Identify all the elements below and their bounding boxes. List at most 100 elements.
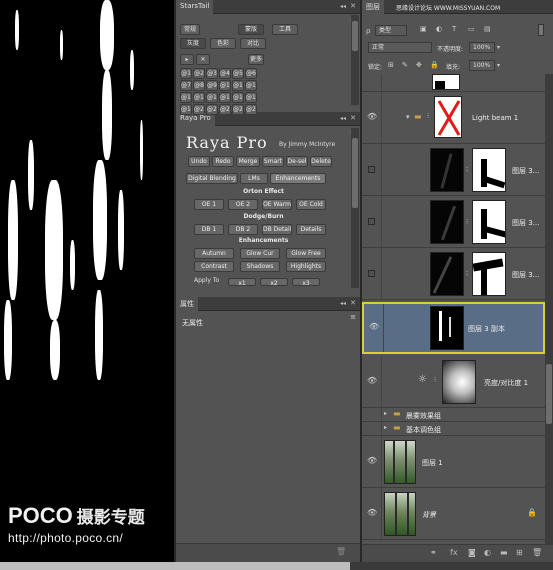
highlights-button[interactable]: Highlights [286,261,326,272]
eye-icon[interactable]: 👁 [367,376,377,385]
panel-menu-icon[interactable]: ≡ [350,313,356,321]
starstail-action-button[interactable]: @20 [193,104,205,115]
starstail-action-button[interactable]: @22 [219,104,231,115]
visibility-box[interactable] [368,166,375,173]
scrollbar[interactable] [351,128,359,288]
starstail-action-button[interactable]: @6 [245,68,257,79]
layer-row[interactable]: 👁 ☼ ⁝ 亮度/对比度 1 [362,356,545,408]
visibility-cell[interactable] [362,422,382,435]
visibility-cell[interactable] [362,248,382,299]
layer-name[interactable]: 图层 3... [512,166,539,176]
visibility-cell[interactable]: 👁 [362,356,382,407]
starstail-action-button[interactable]: @19 [180,104,192,115]
starstail-btn[interactable]: 色彩 [210,38,236,49]
scroll-thumb[interactable] [352,138,358,208]
scroll-thumb[interactable] [546,364,552,424]
layer-row[interactable] [362,74,545,92]
layer-row[interactable]: ⁝ 图层 3... [362,248,545,300]
visibility-cell[interactable] [362,196,382,247]
starstail-action-button[interactable]: @13 [180,92,192,103]
starstail-action-button[interactable]: @11 [232,80,244,91]
layer-name[interactable]: 晨雾效果组 [406,411,441,421]
oe-cold-button[interactable]: OE Cold [296,199,326,210]
eye-icon[interactable]: 👁 [367,112,377,121]
filter-pixel-icon[interactable]: ▣ [420,25,427,33]
play-button[interactable]: ▸ [180,54,194,65]
glow-cur-button[interactable]: Glow Cur [240,248,280,259]
tab-layers[interactable]: 图层 [362,0,384,14]
trash-icon[interactable]: 🗑 [336,547,346,556]
starstail-action-button[interactable]: @7 [180,80,192,91]
starstail-action-button[interactable]: @24 [245,104,257,115]
layer-name[interactable]: 背景 [422,510,436,520]
stop-button[interactable]: ✕ [196,54,210,65]
scrollbar[interactable] [351,15,359,105]
visibility-cell[interactable] [362,408,382,421]
link-icon[interactable]: ⁝ [466,166,468,174]
autumn-button[interactable]: Autumn [194,248,234,259]
layer-row-selected[interactable]: 👁 图层 3 副本 [362,302,545,354]
document-canvas[interactable] [0,0,174,562]
layer-name[interactable]: Light beam 1 [472,114,518,122]
collapse-icon[interactable]: ◂◂ [340,3,346,10]
layer-name[interactable]: 图层 3... [512,218,539,228]
visibility-cell[interactable] [362,144,382,195]
apply-x3-button[interactable]: x3 [292,278,320,286]
blend-mode-select[interactable]: 正常 [368,42,432,53]
eye-icon[interactable]: 👁 [369,322,379,331]
layer-row-background[interactable]: 👁 背景 🔒 [362,488,545,540]
delete-button[interactable]: Delete [310,156,332,167]
collapse-icon[interactable]: ◂◂ [340,115,346,122]
filter-adjust-icon[interactable]: ◐ [436,25,442,33]
lock-position-icon[interactable]: ✥ [416,61,422,69]
starstail-action-button[interactable]: @14 [193,92,205,103]
starstail-action-button[interactable]: @9 [206,80,218,91]
starstail-action-button[interactable]: @16 [219,92,231,103]
tab-digital-blending[interactable]: Digital Blending [186,173,238,184]
link-icon[interactable]: ⁝ [427,112,429,120]
visibility-cell[interactable]: 👁 [362,92,382,143]
new-group-icon[interactable]: ▬ [500,548,508,557]
tab-starstail[interactable]: StarsTail [176,0,214,14]
expand-arrow-icon[interactable]: ▸ [384,410,387,417]
glow-free-button[interactable]: Glow Free [286,248,326,259]
adjustment-layer-icon[interactable]: ◐ [484,548,491,557]
layer-name[interactable]: 图层 3... [512,270,539,280]
tab-enhancements[interactable]: Enhancements [270,173,326,184]
new-layer-icon[interactable]: ⊞ [516,548,523,557]
starstail-btn[interactable]: 工具 [272,24,298,35]
merge-button[interactable]: Merge [236,156,260,167]
redo-button[interactable]: Redo [212,156,234,167]
trash-icon[interactable]: 🗑 [532,548,542,557]
layer-group-row[interactable]: ▸ ▬ 晨雾效果组 [362,408,545,422]
starstail-btn[interactable]: 蒙版 [238,24,264,35]
starstail-action-button[interactable]: @17 [232,92,244,103]
link-icon[interactable]: ⁝ [466,270,468,278]
close-icon[interactable]: ✕ [350,2,356,10]
smart-button[interactable]: Smart [262,156,284,167]
fill-input[interactable]: 100% [469,60,495,71]
undo-button[interactable]: Undo [188,156,210,167]
apply-x1-button[interactable]: x1 [228,278,256,286]
lock-all-icon[interactable]: 🔒 [430,61,439,69]
starstail-action-button[interactable]: @23 [232,104,244,115]
expand-arrow-icon[interactable]: ▾ [406,113,410,121]
visibility-cell[interactable]: 👁 [362,436,382,487]
starstail-action-button[interactable]: @12 [245,80,257,91]
lock-pixels-icon[interactable]: ✎ [402,61,408,69]
starstail-action-button[interactable]: @3 [206,68,218,79]
layer-name[interactable]: 亮度/对比度 1 [484,378,528,388]
expand-arrow-icon[interactable]: ▸ [384,424,387,431]
starstail-action-button[interactable]: @8 [193,80,205,91]
scroll-thumb[interactable] [352,21,358,51]
starstail-action-button[interactable]: @10 [219,80,231,91]
layer-row[interactable]: 👁 图层 1 [362,436,545,488]
layer-group-row[interactable]: ▸ ▬ 基本调色组 [362,422,545,436]
visibility-cell[interactable]: 👁 [362,488,382,539]
filter-text-icon[interactable]: T [452,25,456,33]
layer-name[interactable]: 基本调色组 [406,425,441,435]
filter-type-select[interactable]: 类型 [375,25,407,36]
starstail-btn[interactable]: 灰度 [180,38,206,49]
contrast-button[interactable]: Contrast [194,261,234,272]
eye-icon[interactable]: 👁 [367,456,377,465]
